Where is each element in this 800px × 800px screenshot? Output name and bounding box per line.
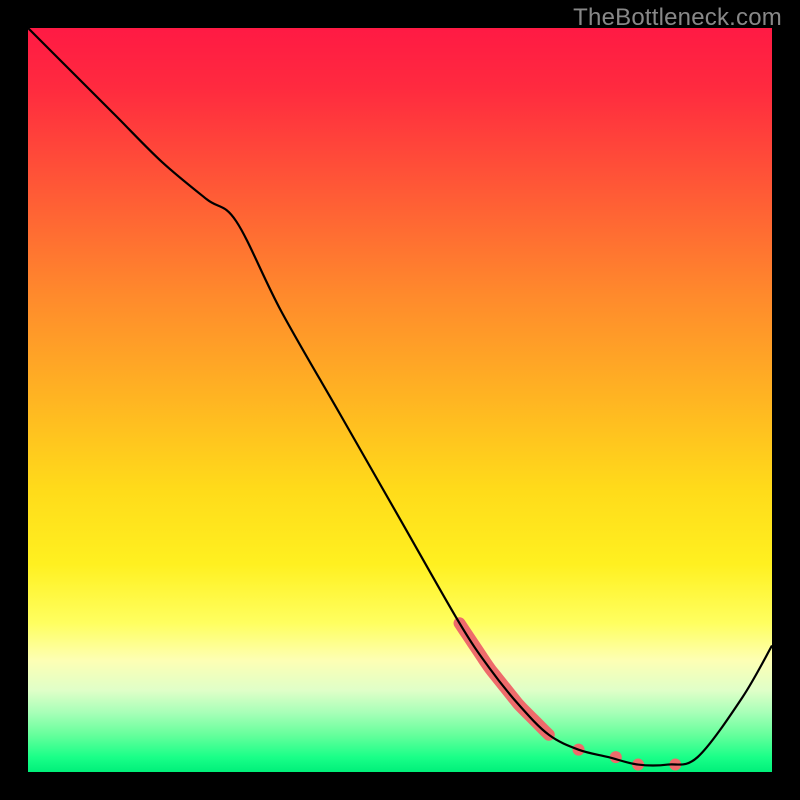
highlight-segment	[460, 623, 549, 735]
chart-svg	[28, 28, 772, 772]
watermark-text: TheBottleneck.com	[573, 4, 782, 32]
main-curve-path	[28, 28, 772, 765]
chart-area	[28, 28, 772, 772]
highlight-layer	[460, 623, 682, 770]
